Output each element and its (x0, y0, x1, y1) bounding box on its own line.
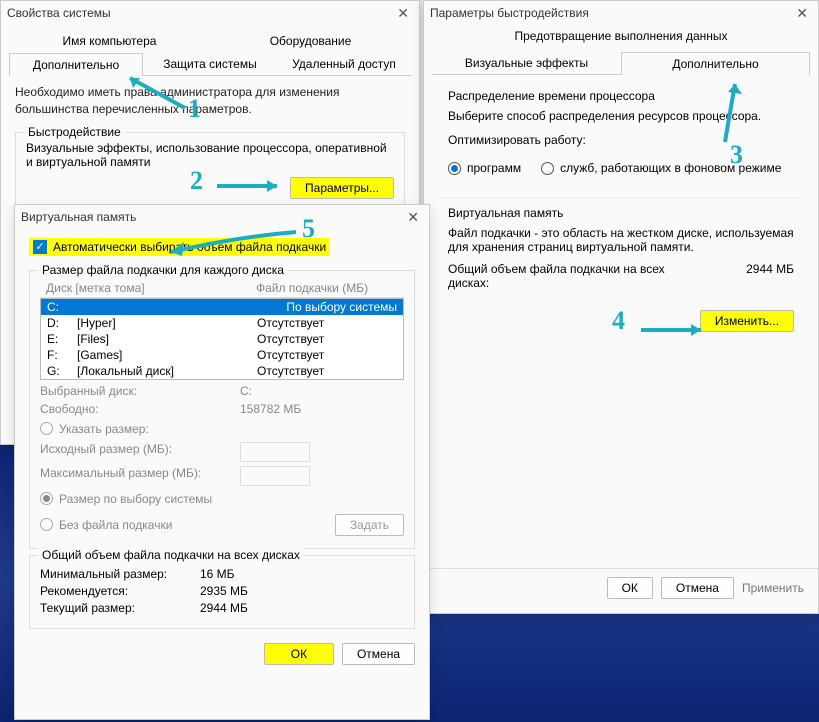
max-size-input (240, 466, 310, 486)
vm-total-label: Общий объем файла подкачки на всех диска… (448, 262, 678, 290)
system-size-label: Размер по выбору системы (59, 492, 212, 506)
cancel-button[interactable]: Отмена (661, 577, 734, 599)
perfopts-title-bar: Параметры быстродействия ✕ (424, 1, 818, 25)
ok-button[interactable]: ОК (607, 577, 653, 599)
radio-programs[interactable]: программ (448, 161, 521, 175)
cur-size-value: 2944 МБ (200, 601, 248, 615)
list-header-drive: Диск [метка тома] (46, 281, 256, 295)
apply-button[interactable]: Применить (742, 581, 804, 595)
selected-drive-value: C: (240, 384, 252, 398)
total-pagefile-group: Общий объем файла подкачки на всех диска… (29, 555, 415, 629)
tab-remote[interactable]: Удаленный доступ (277, 52, 411, 75)
init-size-input (240, 442, 310, 462)
ok-button[interactable]: ОК (264, 643, 334, 665)
total-pagefile-title: Общий объем файла подкачки на всех диска… (38, 548, 304, 562)
vm-total-value: 2944 МБ (746, 262, 794, 290)
vm-group: Виртуальная память Файл подкачки - это о… (438, 197, 804, 342)
drive-list[interactable]: C:По выбору системы D:[Hyper]Отсутствует… (40, 298, 404, 380)
init-size-label: Исходный размер (МБ): (40, 442, 240, 462)
drive-size-group: Размер файла подкачки для каждого диска … (29, 270, 415, 549)
free-space-label: Свободно: (40, 402, 240, 416)
tab-system-protection[interactable]: Защита системы (143, 52, 277, 75)
tab-computer-name[interactable]: Имя компьютера (9, 29, 210, 52)
checkbox-checked-icon: ✓ (33, 240, 47, 254)
close-icon[interactable]: ✕ (403, 209, 423, 226)
sysprops-title-bar: Свойства системы ✕ (1, 1, 419, 25)
vm-desc: Файл подкачки - это область на жестком д… (448, 226, 794, 254)
auto-manage-label: Автоматически выбирать объем файла подка… (53, 240, 326, 254)
radio-dot-icon (40, 518, 53, 531)
performance-group-title: Быстродействие (24, 125, 125, 139)
radio-programs-label: программ (467, 161, 521, 175)
max-size-label: Максимальный размер (МБ): (40, 466, 240, 486)
rec-size-value: 2935 МБ (200, 584, 248, 598)
perfopts-title: Параметры быстродействия (430, 6, 589, 20)
auto-manage-row[interactable]: ✓ Автоматически выбирать объем файла под… (29, 238, 330, 256)
radio-dot-icon (541, 162, 554, 175)
close-icon[interactable]: ✕ (792, 5, 812, 22)
vm-dialog-title: Виртуальная память (21, 210, 136, 224)
vm-title-bar: Виртуальная память ✕ (15, 205, 429, 229)
tab-advanced-perf[interactable]: Дополнительно (621, 52, 810, 75)
cur-size-label: Текущий размер: (40, 601, 200, 615)
drive-row-c[interactable]: C:По выбору системы (41, 299, 403, 315)
radio-no-pagefile: Без файла подкачки (40, 518, 172, 532)
close-icon[interactable]: ✕ (393, 5, 413, 22)
tab-advanced[interactable]: Дополнительно (9, 53, 143, 76)
min-size-label: Минимальный размер: (40, 567, 200, 581)
cancel-button[interactable]: Отмена (342, 643, 415, 665)
scheduling-group: Распределение времени процессора Выберит… (438, 81, 804, 191)
min-size-value: 16 МБ (200, 567, 235, 581)
vm-change-button[interactable]: Изменить... (700, 310, 794, 332)
radio-services[interactable]: служб, работающих в фоновом режиме (541, 161, 781, 175)
vm-button-row: ОК Отмена (15, 635, 429, 673)
performance-options-window: Параметры быстродействия ✕ Предотвращени… (423, 0, 819, 614)
performance-desc: Визуальные эффекты, использование процес… (26, 141, 394, 169)
radio-dot-icon (40, 422, 53, 435)
drive-size-title: Размер файла подкачки для каждого диска (38, 263, 288, 277)
scheduling-desc: Выберите способ распределения ресурсов п… (448, 109, 794, 123)
drive-row-d[interactable]: D:[Hyper]Отсутствует (41, 315, 403, 331)
radio-dot-icon (448, 162, 461, 175)
radio-services-label: служб, работающих в фоновом режиме (560, 161, 781, 175)
tab-visual-effects[interactable]: Визуальные эффекты (432, 51, 621, 74)
vm-title: Виртуальная память (448, 206, 794, 220)
tab-dep[interactable]: Предотвращение выполнения данных (424, 25, 818, 47)
optimize-label: Оптимизировать работу: (448, 133, 794, 147)
scheduling-title: Распределение времени процессора (448, 89, 794, 103)
selected-drive-label: Выбранный диск: (40, 384, 240, 398)
sysprops-tabs: Имя компьютера Оборудование Дополнительн… (9, 29, 411, 76)
performance-group: Быстродействие Визуальные эффекты, испол… (15, 132, 405, 210)
no-pagefile-label: Без файла подкачки (59, 518, 172, 532)
radio-custom-size: Указать размер: (40, 422, 404, 436)
list-header-pagefile: Файл подкачки (МБ) (256, 281, 368, 295)
radio-system-size: Размер по выбору системы (40, 492, 404, 506)
radio-dot-icon (40, 492, 53, 505)
drive-row-g[interactable]: G:[Локальный диск]Отсутствует (41, 363, 403, 379)
set-button: Задать (335, 514, 404, 536)
virtual-memory-window: Виртуальная память ✕ ✓ Автоматически выб… (14, 204, 430, 720)
sysprops-title: Свойства системы (7, 6, 111, 20)
rec-size-label: Рекомендуется: (40, 584, 200, 598)
perfopts-button-row: ОК Отмена Применить (424, 568, 818, 607)
free-space-value: 158782 МБ (240, 402, 301, 416)
drive-row-e[interactable]: E:[Files]Отсутствует (41, 331, 403, 347)
admin-notice: Необходимо иметь права администратора дл… (1, 76, 419, 126)
performance-params-button[interactable]: Параметры... (290, 177, 394, 199)
drive-row-f[interactable]: F:[Games]Отсутствует (41, 347, 403, 363)
custom-size-label: Указать размер: (59, 422, 149, 436)
tab-hardware[interactable]: Оборудование (210, 29, 411, 52)
perfopts-tabs: Визуальные эффекты Дополнительно (432, 51, 810, 75)
